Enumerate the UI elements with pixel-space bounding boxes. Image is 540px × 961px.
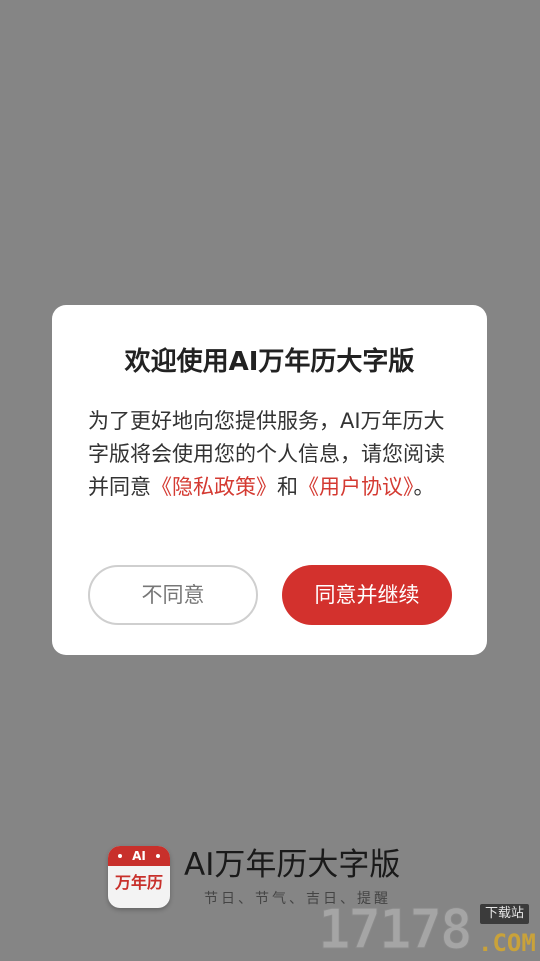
disagree-button[interactable]: 不同意	[88, 565, 258, 625]
message-text-3: 。	[413, 475, 435, 499]
agree-continue-button[interactable]: 同意并继续	[282, 565, 452, 625]
screen-overlay: { "dialog": { "title": "欢迎使用AI万年历大字版", "…	[0, 0, 540, 960]
user-agreement-link[interactable]: 《用户协议》	[298, 475, 414, 499]
privacy-consent-dialog: 欢迎使用AI万年历大字版 为了更好地向您提供服务，AI万年历大字版将会使用您的个…	[52, 305, 487, 655]
message-text-2: 和	[277, 475, 298, 499]
logo-dot-icon	[156, 854, 160, 858]
site-watermark: 17178 下载站 .COM	[318, 898, 540, 961]
logo-badge: AI	[108, 846, 170, 866]
watermark-tag: 下载站	[480, 904, 530, 924]
app-name: AI万年历大字版	[184, 847, 401, 883]
app-logo: AI 万年历	[108, 846, 170, 908]
watermark-number: 17178	[318, 898, 474, 961]
logo-badge-text: AI	[132, 849, 146, 863]
logo-dot-icon	[118, 854, 122, 858]
dialog-message: 为了更好地向您提供服务，AI万年历大字版将会使用您的个人信息，请您阅读并同意《隐…	[88, 405, 448, 504]
watermark-suffix: .COM	[478, 929, 536, 957]
logo-text: 万年历	[114, 873, 163, 892]
dialog-title: 欢迎使用AI万年历大字版	[124, 347, 415, 377]
privacy-policy-link[interactable]: 《隐私政策》	[151, 475, 277, 499]
